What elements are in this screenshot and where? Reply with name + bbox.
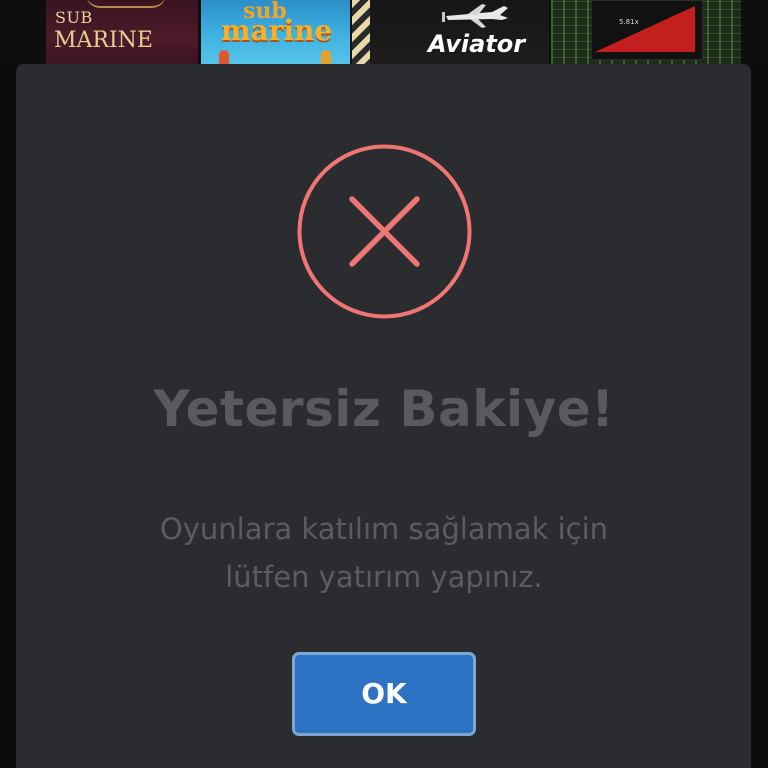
- dialog-message-line: Oyunlara katılım sağlamak için: [159, 512, 609, 546]
- screen: SUB MARINE sub marine Aviator 5.81x Yete…: [0, 0, 768, 768]
- x-circle-icon: [297, 144, 472, 319]
- dialog-message-line: lütfen yatırım yapınız.: [225, 560, 543, 594]
- game-tile-aviator[interactable]: Aviator: [352, 0, 549, 66]
- game-tile-crash[interactable]: 5.81x: [551, 0, 741, 66]
- game-tile-submarine[interactable]: sub marine: [201, 0, 350, 66]
- game-tiles-strip: SUB MARINE sub marine Aviator 5.81x: [0, 0, 768, 66]
- airplane-icon: [442, 4, 508, 28]
- multiplier-label: 5.81x: [619, 18, 639, 26]
- dialog-title: Yetersiz Bakiye!: [153, 380, 615, 438]
- game-tile-submarine-classic[interactable]: SUB MARINE: [46, 0, 198, 66]
- game-tile-title-small: SUB: [55, 8, 93, 27]
- ok-button[interactable]: OK: [292, 652, 476, 736]
- ornament-decoration: [86, 0, 166, 8]
- dialog-message: Oyunlara katılım sağlamak için lütfen ya…: [0, 505, 768, 601]
- game-tile-title: marine: [221, 14, 333, 47]
- game-tile-title: Aviator: [428, 30, 526, 58]
- hazard-stripe: [352, 0, 370, 66]
- crash-curve: [595, 6, 695, 52]
- game-tile-title: MARINE: [54, 28, 153, 53]
